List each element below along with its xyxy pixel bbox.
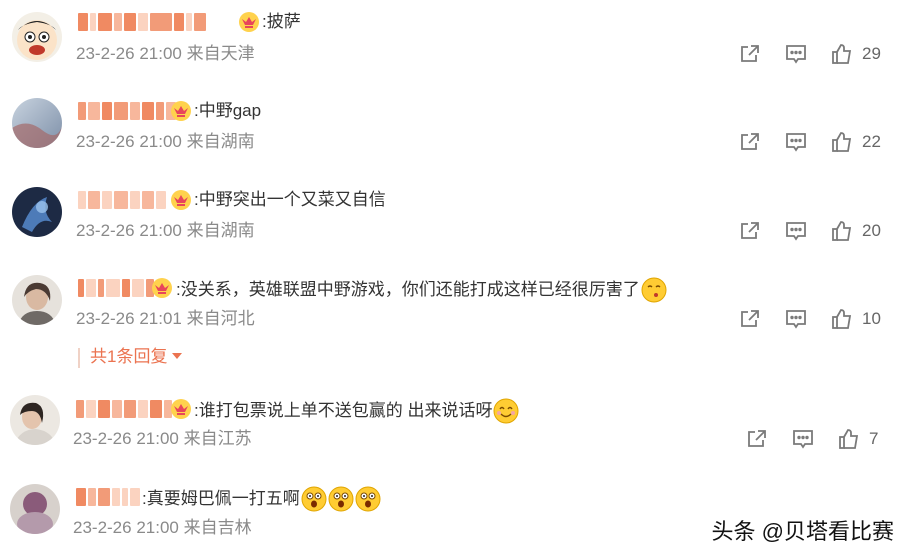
comment-location: 来自吉林 (183, 518, 252, 537)
avatar[interactable] (12, 187, 62, 237)
username[interactable] (78, 11, 206, 33)
like-count: 29 (862, 44, 881, 63)
comment-location: 来自天津 (186, 44, 255, 63)
comment-time: 23-2-26 21:01 (76, 309, 182, 328)
speech-bubble-icon[interactable] (784, 307, 808, 331)
avatar[interactable] (10, 484, 60, 534)
username[interactable] (76, 398, 172, 420)
thumbs-up-icon[interactable] (837, 427, 861, 451)
share-arrow-icon[interactable] (745, 427, 769, 451)
comment-meta: 23-2-26 21:00 来自天津 (76, 43, 255, 65)
smile-emoji-icon (493, 398, 519, 424)
comment-text: :披萨 (262, 12, 301, 31)
crown-icon (238, 11, 260, 33)
username[interactable] (78, 100, 176, 122)
like-count: 10 (862, 309, 881, 328)
comment-text: :没关系，英雄联盟中野游戏，你们还能打成这样已经很厉害了 (176, 277, 667, 303)
comment-meta: 23-2-26 21:01 来自河北 (76, 308, 255, 330)
username[interactable] (78, 189, 166, 211)
speech-bubble-icon[interactable] (791, 427, 815, 451)
comment-text: :中野gap (194, 101, 262, 120)
comment-text-body: :谁打包票说上单不送包赢的 出来说话呀 (194, 401, 493, 420)
comment-meta: 23-2-26 21:00 来自湖南 (76, 131, 255, 153)
avatar[interactable] (12, 275, 62, 325)
share-arrow-icon[interactable] (738, 219, 762, 243)
comment-location: 来自湖南 (186, 221, 255, 240)
avatar[interactable] (10, 395, 60, 445)
username[interactable] (76, 486, 140, 508)
crown-icon (170, 189, 192, 211)
comment-time: 23-2-26 21:00 (76, 221, 182, 240)
thumbs-up-icon[interactable] (830, 130, 854, 154)
share-arrow-icon[interactable] (738, 42, 762, 66)
view-replies-link[interactable]: 共1条回复 (90, 346, 183, 368)
thumbs-up-icon[interactable] (830, 42, 854, 66)
speech-bubble-icon[interactable] (784, 130, 808, 154)
comment-time: 23-2-26 21:00 (73, 518, 179, 537)
speech-bubble-icon[interactable] (784, 42, 808, 66)
comment-text: :真要姆巴佩一打五啊 (142, 486, 381, 512)
replies-label: 共1条回复 (90, 347, 168, 366)
comment-time: 23-2-26 21:00 (76, 44, 182, 63)
watermark: 头条 @贝塔看比赛 (711, 519, 894, 544)
comment-meta: 23-2-26 21:00 来自湖南 (76, 220, 255, 242)
avatar[interactable] (12, 98, 62, 148)
share-arrow-icon[interactable] (738, 130, 762, 154)
comment-time: 23-2-26 21:00 (73, 429, 179, 448)
shocked-emoji-icon (355, 486, 381, 512)
share-arrow-icon[interactable] (738, 307, 762, 331)
comment-text: :中野突出一个又菜又自信 (194, 190, 386, 209)
crown-icon (151, 277, 173, 299)
like-count: 7 (869, 429, 879, 448)
shocked-emoji-icon (328, 486, 354, 512)
comment-location: 来自河北 (186, 309, 255, 328)
comment-time: 23-2-26 21:00 (76, 132, 182, 151)
avatar[interactable] (12, 12, 62, 62)
like-count: 20 (862, 221, 881, 240)
username[interactable] (78, 277, 154, 299)
comment-text-body: :没关系，英雄联盟中野游戏，你们还能打成这样已经很厉害了 (176, 280, 640, 299)
like-count: 22 (862, 132, 881, 151)
thumbs-up-icon[interactable] (830, 307, 854, 331)
reply-thread-line (78, 348, 80, 368)
kiss-emoji-icon (641, 277, 667, 303)
comment-location: 来自江苏 (183, 429, 252, 448)
crown-icon (170, 398, 192, 420)
comment-text: :谁打包票说上单不送包赢的 出来说话呀 (194, 398, 519, 424)
caret-down-icon (171, 346, 183, 368)
thumbs-up-icon[interactable] (830, 219, 854, 243)
comment-meta: 23-2-26 21:00 来自吉林 (73, 517, 252, 539)
speech-bubble-icon[interactable] (784, 219, 808, 243)
comment-meta: 23-2-26 21:00 来自江苏 (73, 428, 252, 450)
comment-text-body: :真要姆巴佩一打五啊 (142, 489, 300, 508)
shocked-emoji-icon (301, 486, 327, 512)
crown-icon (170, 100, 192, 122)
comment-location: 来自湖南 (186, 132, 255, 151)
